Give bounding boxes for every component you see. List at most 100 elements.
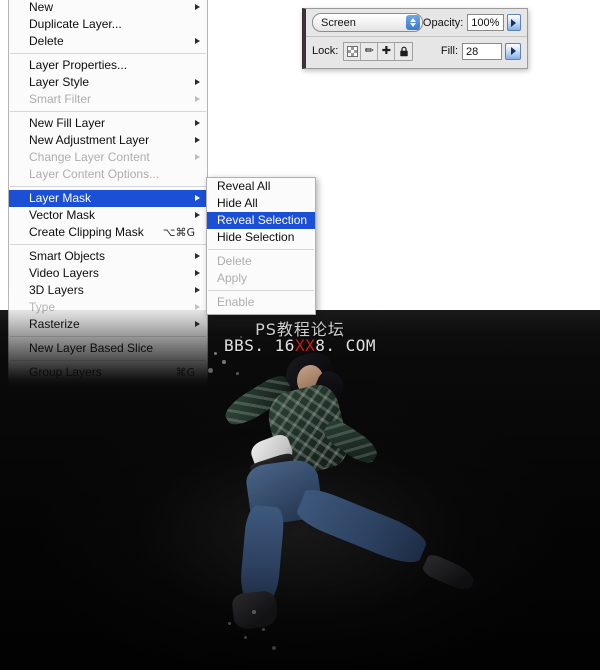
move-arrows-icon: ✚ bbox=[381, 44, 391, 57]
blend-mode-select[interactable]: Screen bbox=[312, 13, 423, 32]
watermark-url-suffix: 8. COM bbox=[315, 336, 376, 355]
menu-item-label: Smart Filter bbox=[29, 92, 92, 106]
lock-position-button[interactable]: ✚ bbox=[378, 42, 396, 60]
lock-label: Lock: bbox=[312, 45, 339, 57]
menu-item-group-layers[interactable]: Group Layers ⌘G bbox=[9, 364, 207, 381]
chevron-right-icon bbox=[195, 96, 200, 102]
photoshop-screenshot: PS教程论坛 BBS. 16XX8. COM New Duplicate Lay… bbox=[0, 0, 600, 670]
menu-item-layer-style[interactable]: Layer Style bbox=[9, 74, 207, 91]
menu-item-label: Delete bbox=[29, 34, 64, 48]
fill-label: Fill: bbox=[440, 45, 458, 57]
layer-mask-submenu[interactable]: Reveal All Hide All Reveal Selection Hid… bbox=[206, 177, 316, 315]
menu-item-label: Ungroup Layers bbox=[29, 382, 114, 385]
document-white-left bbox=[0, 0, 8, 310]
chevron-right-icon bbox=[195, 287, 200, 293]
chevron-right-icon bbox=[195, 321, 200, 327]
submenu-item-delete: Delete bbox=[207, 253, 315, 270]
menu-item-label: Vector Mask bbox=[29, 208, 96, 222]
menu-item-label: Rasterize bbox=[29, 317, 80, 331]
menu-separator bbox=[10, 336, 206, 337]
chevron-right-icon bbox=[195, 79, 200, 85]
submenu-separator bbox=[208, 249, 314, 250]
menu-item-create-clipping-mask[interactable]: Create Clipping Mask ⌥⌘G bbox=[9, 224, 207, 241]
watermark-url-prefix: BBS. 16 bbox=[224, 336, 295, 355]
menu-item-label: New Adjustment Layer bbox=[29, 133, 150, 147]
chevron-right-icon bbox=[195, 154, 200, 160]
submenu-item-hide-selection[interactable]: Hide Selection bbox=[207, 229, 315, 246]
blend-mode-value: Screen bbox=[321, 16, 356, 29]
fill-input[interactable]: 28 bbox=[462, 42, 502, 60]
chevron-right-icon bbox=[195, 4, 200, 10]
menu-item-new-adjustment-layer[interactable]: New Adjustment Layer bbox=[9, 132, 207, 149]
layers-panel-row-lock-fill: Lock: ✏ ✚ Fill: 28 bbox=[306, 37, 527, 65]
menu-item-smart-filter: Smart Filter bbox=[9, 91, 207, 108]
menu-item-new-fill-layer[interactable]: New Fill Layer bbox=[9, 115, 207, 132]
lock-button-group[interactable]: ✏ ✚ bbox=[343, 41, 414, 61]
chevron-right-icon bbox=[195, 38, 200, 44]
chevron-right-icon bbox=[195, 137, 200, 143]
menu-item-label: New Layer Based Slice bbox=[29, 341, 154, 355]
chevron-right-icon bbox=[195, 212, 200, 218]
menu-item-label: Layer Style bbox=[29, 75, 90, 89]
submenu-item-label: Reveal All bbox=[217, 179, 271, 193]
watermark-url-highlight: XX bbox=[294, 336, 316, 355]
submenu-item-enable: Enable bbox=[207, 294, 315, 311]
layers-panel-row-blend-opacity: Screen Opacity: 100% bbox=[306, 9, 527, 37]
menu-item-new-layer-based-slice[interactable]: New Layer Based Slice bbox=[9, 340, 207, 357]
menu-item-label: Create Clipping Mask bbox=[29, 225, 144, 239]
menu-item-delete[interactable]: Delete bbox=[9, 33, 207, 50]
menu-item-label: Layer Content Options... bbox=[29, 167, 160, 181]
submenu-item-reveal-selection[interactable]: Reveal Selection bbox=[207, 212, 315, 229]
menu-item-rasterize[interactable]: Rasterize bbox=[9, 316, 207, 333]
menu-item-layer-properties[interactable]: Layer Properties... bbox=[9, 57, 207, 74]
submenu-item-label: Hide All bbox=[217, 196, 258, 210]
menu-item-duplicate-layer[interactable]: Duplicate Layer... bbox=[9, 16, 207, 33]
menu-item-shortcut: ⌥⌘G bbox=[162, 226, 195, 239]
menu-item-label: Video Layers bbox=[29, 266, 99, 280]
chevron-right-icon bbox=[195, 270, 200, 276]
chevron-right-icon bbox=[195, 253, 200, 259]
submenu-item-label: Reveal Selection bbox=[217, 213, 308, 227]
submenu-separator bbox=[208, 290, 314, 291]
lock-all-button[interactable] bbox=[395, 42, 413, 60]
submenu-item-label: Unlink bbox=[217, 312, 250, 314]
opacity-input[interactable]: 100% bbox=[467, 14, 504, 31]
fill-slider-flyout-icon[interactable] bbox=[505, 42, 521, 60]
submenu-item-label: Hide Selection bbox=[217, 230, 295, 244]
submenu-item-reveal-all[interactable]: Reveal All bbox=[207, 178, 315, 195]
menu-item-label: Smart Objects bbox=[29, 249, 106, 263]
menu-separator bbox=[10, 186, 206, 187]
lock-transparent-pixels-button[interactable] bbox=[344, 42, 362, 60]
stepper-icon[interactable] bbox=[405, 15, 420, 30]
checkerboard-icon bbox=[346, 45, 358, 57]
menu-item-layer-content-options: Layer Content Options... bbox=[9, 166, 207, 183]
menu-item-layer-mask[interactable]: Layer Mask bbox=[9, 190, 207, 207]
menu-item-change-layer-content: Change Layer Content bbox=[9, 149, 207, 166]
chevron-right-icon bbox=[195, 304, 200, 310]
menu-item-label: 3D Layers bbox=[29, 283, 84, 297]
menu-item-label: Layer Mask bbox=[29, 191, 92, 205]
opacity-slider-flyout-icon[interactable] bbox=[506, 14, 522, 31]
chevron-right-icon bbox=[195, 120, 200, 126]
menu-item-vector-mask[interactable]: Vector Mask bbox=[9, 207, 207, 224]
menu-item-3d-layers[interactable]: 3D Layers bbox=[9, 282, 207, 299]
menu-item-ungroup-layers: Ungroup Layers ⇧⌘G bbox=[9, 381, 207, 385]
menu-item-shortcut: ⌘G bbox=[175, 366, 195, 379]
menu-item-new[interactable]: New bbox=[9, 0, 207, 16]
menu-separator bbox=[10, 360, 206, 361]
layers-panel: Screen Opacity: 100% Lock: ✏ ✚ Fill: 28 bbox=[302, 8, 528, 69]
menu-item-video-layers[interactable]: Video Layers bbox=[9, 265, 207, 282]
layer-menu-dropdown[interactable]: New Duplicate Layer... Delete Layer Prop… bbox=[8, 0, 208, 386]
menu-item-label: Group Layers bbox=[29, 365, 102, 379]
chevron-right-icon bbox=[195, 195, 200, 201]
submenu-item-label: Enable bbox=[217, 295, 255, 309]
menu-item-label: Change Layer Content bbox=[29, 150, 150, 164]
menu-separator bbox=[10, 111, 206, 112]
menu-item-label: Type bbox=[29, 300, 56, 314]
menu-item-smart-objects[interactable]: Smart Objects bbox=[9, 248, 207, 265]
lock-image-pixels-button[interactable]: ✏ bbox=[361, 42, 379, 60]
lock-icon bbox=[400, 46, 408, 56]
submenu-item-hide-all[interactable]: Hide All bbox=[207, 195, 315, 212]
submenu-item-apply: Apply bbox=[207, 270, 315, 287]
menu-item-type: Type bbox=[9, 299, 207, 316]
